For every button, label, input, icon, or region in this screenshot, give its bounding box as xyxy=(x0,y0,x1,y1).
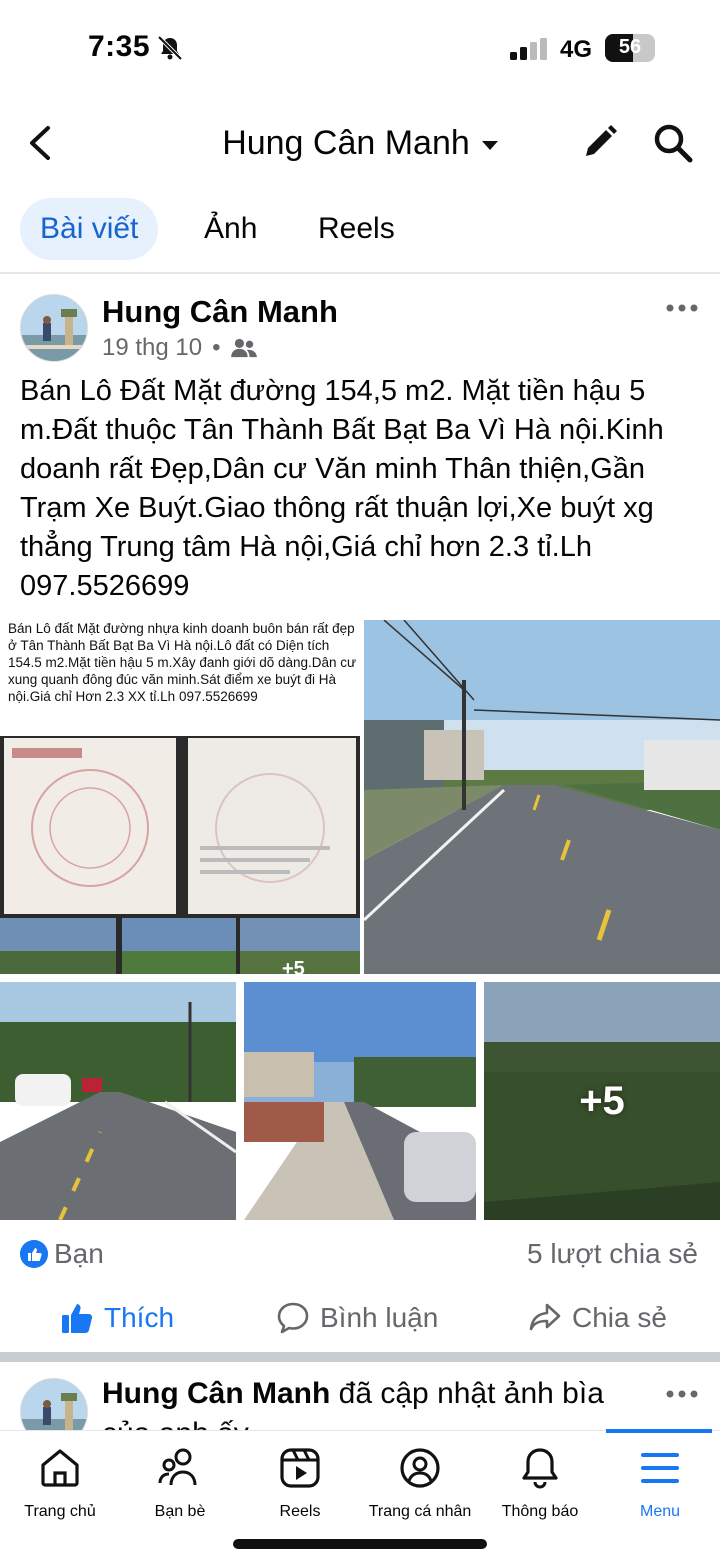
post-cover-update: Hung Cân Manh đã cập nhật ảnh bìa của an… xyxy=(0,1362,720,1432)
nav-label: Trang cá nhân xyxy=(368,1503,472,1520)
nav-notifications[interactable]: Thông báo xyxy=(475,1445,605,1521)
more-options-icon[interactable] xyxy=(664,302,700,314)
photo-collage-caption: Bán Lô đất Mặt đường nhựa kinh doanh buô… xyxy=(8,621,357,704)
photo-collage[interactable]: Bán Lô đất Mặt đường nhựa kinh doanh buô… xyxy=(0,620,360,974)
home-icon xyxy=(41,1449,79,1487)
signal-icon xyxy=(510,38,547,60)
tab-posts[interactable]: Bài viết xyxy=(20,198,159,260)
reaction-summary[interactable]: Bạn 5 lượt chia sẻ xyxy=(0,1236,720,1276)
post-author[interactable]: Hung Cân Manh xyxy=(102,1377,330,1410)
bell-icon xyxy=(522,1448,558,1489)
photo-road-1[interactable] xyxy=(364,620,720,974)
bottom-nav: Trang chủ Bạn bè Reels Trang cá nhân Thô… xyxy=(0,1429,720,1560)
caret-down-icon xyxy=(481,141,498,150)
share-button[interactable]: Chia sẻ xyxy=(528,1290,667,1346)
photo-road-2[interactable] xyxy=(0,982,236,1220)
share-label: Chia sẻ xyxy=(572,1302,667,1333)
nav-friends[interactable]: Bạn bè xyxy=(115,1445,245,1521)
like-button[interactable]: Thích xyxy=(60,1290,174,1346)
post-author[interactable]: Hung Cân Manh xyxy=(102,294,338,330)
battery-icon: 56 xyxy=(605,34,655,62)
nav-label: Menu xyxy=(639,1503,681,1520)
more-photos-overlay: +5 xyxy=(579,1078,625,1123)
meta-separator: • xyxy=(212,334,221,361)
nav-home[interactable]: Trang chủ xyxy=(0,1445,125,1521)
reels-icon xyxy=(280,1448,320,1488)
photo-road-3[interactable] xyxy=(244,982,476,1220)
profile-icon xyxy=(400,1448,440,1488)
avatar[interactable] xyxy=(20,1378,88,1432)
photo-land[interactable]: +5 xyxy=(484,982,720,1220)
comment-icon xyxy=(277,1302,309,1334)
tab-photos[interactable]: Ảnh xyxy=(184,198,277,260)
thumbs-up-icon xyxy=(62,1304,93,1333)
photo-grid: Bán Lô đất Mặt đường nhựa kinh doanh buô… xyxy=(0,620,720,1222)
reaction-names: Bạn xyxy=(54,1238,104,1269)
collage-more-count: +5 xyxy=(282,958,305,974)
battery-level: 56 xyxy=(618,36,642,58)
comment-button[interactable]: Bình luận xyxy=(276,1290,438,1346)
like-label: Thích xyxy=(104,1302,175,1333)
share-icon xyxy=(529,1303,561,1331)
home-indicator xyxy=(233,1539,487,1549)
menu-icon xyxy=(641,1453,679,1483)
profile-name-title: Hung Cân Manh xyxy=(222,124,470,162)
nav-label: Reels xyxy=(279,1503,321,1520)
nav-reels[interactable]: Reels xyxy=(235,1445,365,1521)
profile-tabs: Bài viết Ảnh Reels xyxy=(0,198,720,262)
nav-menu[interactable]: Menu xyxy=(595,1445,720,1521)
divider xyxy=(0,272,720,274)
post-header-line: Hung Cân Manh đã cập nhật ảnh bìa của an… xyxy=(102,1374,642,1432)
friends-icon xyxy=(158,1448,197,1486)
post-meta: 19 thg 10 • xyxy=(102,334,257,362)
nav-label: Thông báo xyxy=(501,1503,579,1520)
friends-audience-icon xyxy=(230,338,257,358)
nav-label: Trang chủ xyxy=(24,1503,96,1520)
bell-muted-icon xyxy=(157,35,183,61)
search-icon[interactable] xyxy=(652,122,694,164)
profile-header: Hung Cân Manh xyxy=(0,100,720,190)
nav-profile[interactable]: Trang cá nhân xyxy=(355,1445,485,1521)
like-badge-icon xyxy=(20,1240,48,1268)
status-bar: 7:35 4G 56 xyxy=(0,0,720,100)
share-count[interactable]: 5 lượt chia sẻ xyxy=(527,1238,698,1270)
avatar[interactable] xyxy=(20,294,88,362)
post-text: Bán Lô Đất Mặt đường 154,5 m2. Mặt tiền … xyxy=(20,375,664,602)
active-tab-indicator xyxy=(606,1429,712,1433)
network-type: 4G xyxy=(560,36,593,63)
status-time: 7:35 xyxy=(88,30,151,63)
pencil-icon[interactable] xyxy=(580,122,620,162)
tab-reels[interactable]: Reels xyxy=(298,198,415,260)
post-date[interactable]: 19 thg 10 xyxy=(102,334,202,362)
feed-divider xyxy=(0,1352,720,1362)
nav-label: Bạn bè xyxy=(154,1503,206,1520)
comment-label: Bình luận xyxy=(320,1302,439,1333)
post-actions: Thích Bình luận Chia sẻ xyxy=(0,1290,720,1346)
more-options-icon[interactable] xyxy=(664,1388,700,1400)
